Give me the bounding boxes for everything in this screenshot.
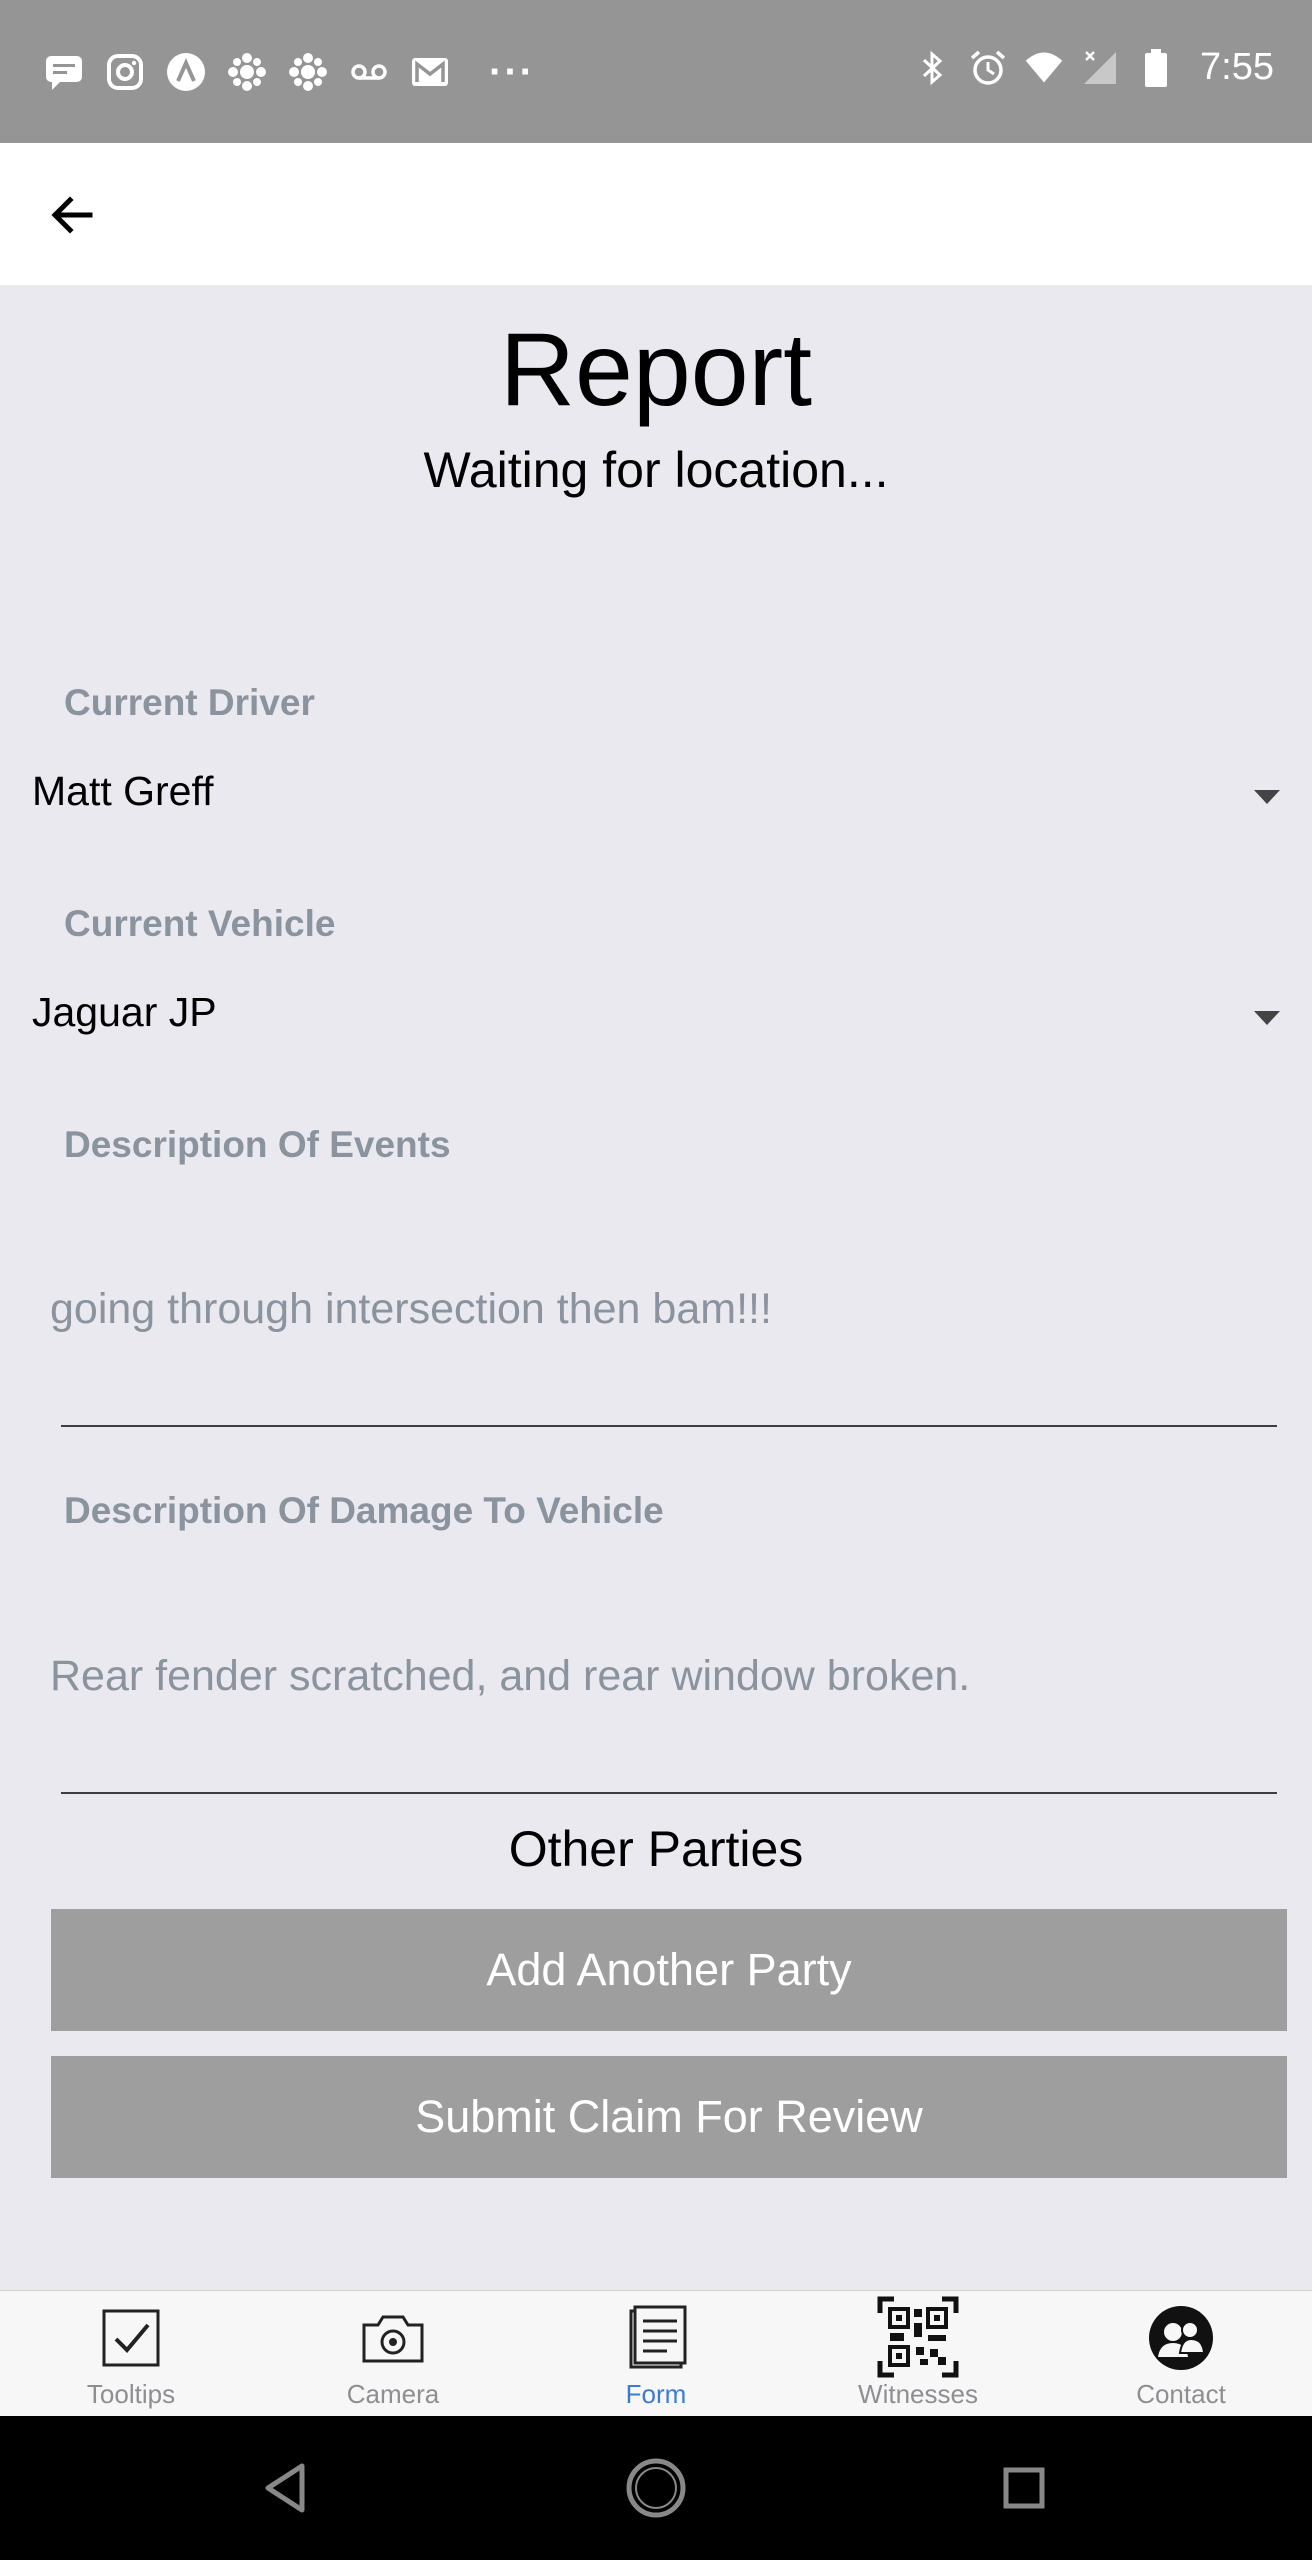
tab-label: Contact [1136,2379,1226,2409]
vehicle-label: Current Vehicle [64,903,336,944]
caret-down-icon [1254,790,1280,804]
driver-select[interactable]: Matt Greff [32,758,1280,838]
events-value: going through intersection then bam!!! [50,1285,772,1333]
back-button[interactable] [44,187,100,243]
cbc-icon [227,52,267,92]
gmail-icon [410,52,450,92]
cbc-icon [288,52,328,92]
checkbox-icon [102,2309,160,2367]
message-icon [44,52,84,92]
nav-home-button[interactable] [624,2456,688,2520]
damage-value: Rear fender scratched, and rear window b… [50,1652,971,1700]
square-recents-icon [1003,2467,1045,2509]
qr-code-icon [877,2296,959,2378]
tab-label: Witnesses [858,2379,978,2409]
clock-time: 7:55 [1200,46,1274,88]
form-icon [629,2305,687,2369]
instagram-icon [105,52,145,92]
contact-icon [1149,2306,1213,2370]
tab-form[interactable]: Form [525,2291,787,2417]
page-title: Report [499,312,813,428]
status-bar: ··· 7:55 [0,0,1312,143]
other-parties-heading: Other Parties [508,1821,804,1877]
battery-icon [1136,48,1176,88]
system-icons: 7:55 [912,46,1274,89]
bluetooth-icon [912,48,952,88]
submit-claim-button[interactable]: Submit Claim For Review [51,2056,1287,2178]
nav-recents-button[interactable] [992,2456,1056,2520]
tab-label: Tooltips [86,2379,176,2409]
tab-label: Form [625,2379,687,2409]
vehicle-value: Jaguar JP [32,989,217,1035]
triangle-back-icon [265,2463,305,2513]
notification-icons: ··· [44,52,535,92]
events-textarea[interactable]: going through intersection then bam!!! [50,1245,1276,1395]
events-underline [61,1425,1277,1427]
arrow-left-icon [51,196,93,234]
alarm-icon [968,48,1008,88]
nav-back-button[interactable] [256,2456,320,2520]
arrow-app-icon [166,52,206,92]
vehicle-select[interactable]: Jaguar JP [32,979,1280,1059]
driver-label: Current Driver [64,682,315,723]
voicemail-icon [349,52,389,92]
tab-contact[interactable]: Contact [1050,2291,1312,2417]
location-status: Waiting for location... [423,442,889,498]
damage-label: Description Of Damage To Vehicle [64,1490,664,1531]
wifi-icon [1024,48,1064,88]
tab-tooltips[interactable]: Tooltips [0,2291,262,2417]
app-header [0,143,1312,285]
driver-value: Matt Greff [32,768,214,814]
home-circle-icon [626,2458,686,2518]
tab-witnesses[interactable]: Witnesses [787,2291,1049,2417]
system-nav-bar [0,2416,1312,2560]
add-party-button[interactable]: Add Another Party [51,1909,1287,2031]
tab-label: Camera [346,2379,440,2409]
bottom-tab-bar: Tooltips Camera Form Witnesses Contact [0,2290,1312,2417]
events-label: Description Of Events [64,1124,451,1165]
damage-textarea[interactable]: Rear fender scratched, and rear window b… [50,1612,1276,1762]
overflow-indicator: ··· [489,50,535,94]
caret-down-icon [1254,1011,1280,1025]
tab-camera[interactable]: Camera [262,2291,524,2417]
camera-icon [362,2315,424,2363]
cell-signal-icon [1080,48,1120,88]
damage-underline [61,1792,1277,1794]
